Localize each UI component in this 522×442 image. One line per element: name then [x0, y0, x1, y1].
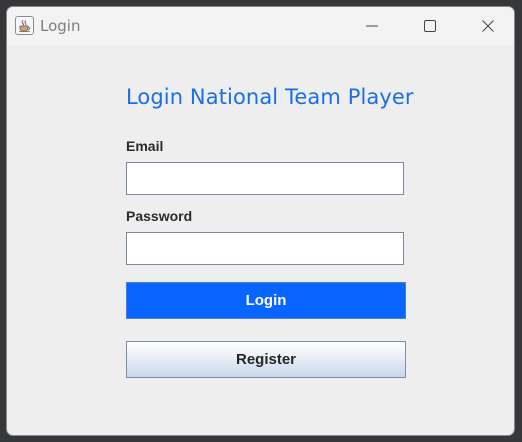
- close-button[interactable]: [465, 7, 511, 45]
- register-button[interactable]: Register: [126, 341, 406, 378]
- login-window: Login Login National Team Player Email P…: [6, 6, 515, 436]
- form-heading: Login National Team Player: [126, 85, 414, 109]
- email-field[interactable]: [126, 162, 404, 195]
- password-label: Password: [126, 208, 193, 224]
- password-field[interactable]: [126, 232, 404, 265]
- maximize-icon: [424, 20, 436, 32]
- close-icon: [482, 20, 494, 32]
- minimize-button[interactable]: [349, 7, 395, 45]
- window-title: Login: [40, 17, 81, 35]
- login-button[interactable]: Login: [126, 282, 406, 319]
- maximize-button[interactable]: [407, 7, 453, 45]
- minimize-icon: [366, 25, 378, 27]
- title-bar[interactable]: Login: [7, 7, 514, 45]
- java-cup-icon: [15, 16, 34, 35]
- email-label: Email: [126, 138, 164, 154]
